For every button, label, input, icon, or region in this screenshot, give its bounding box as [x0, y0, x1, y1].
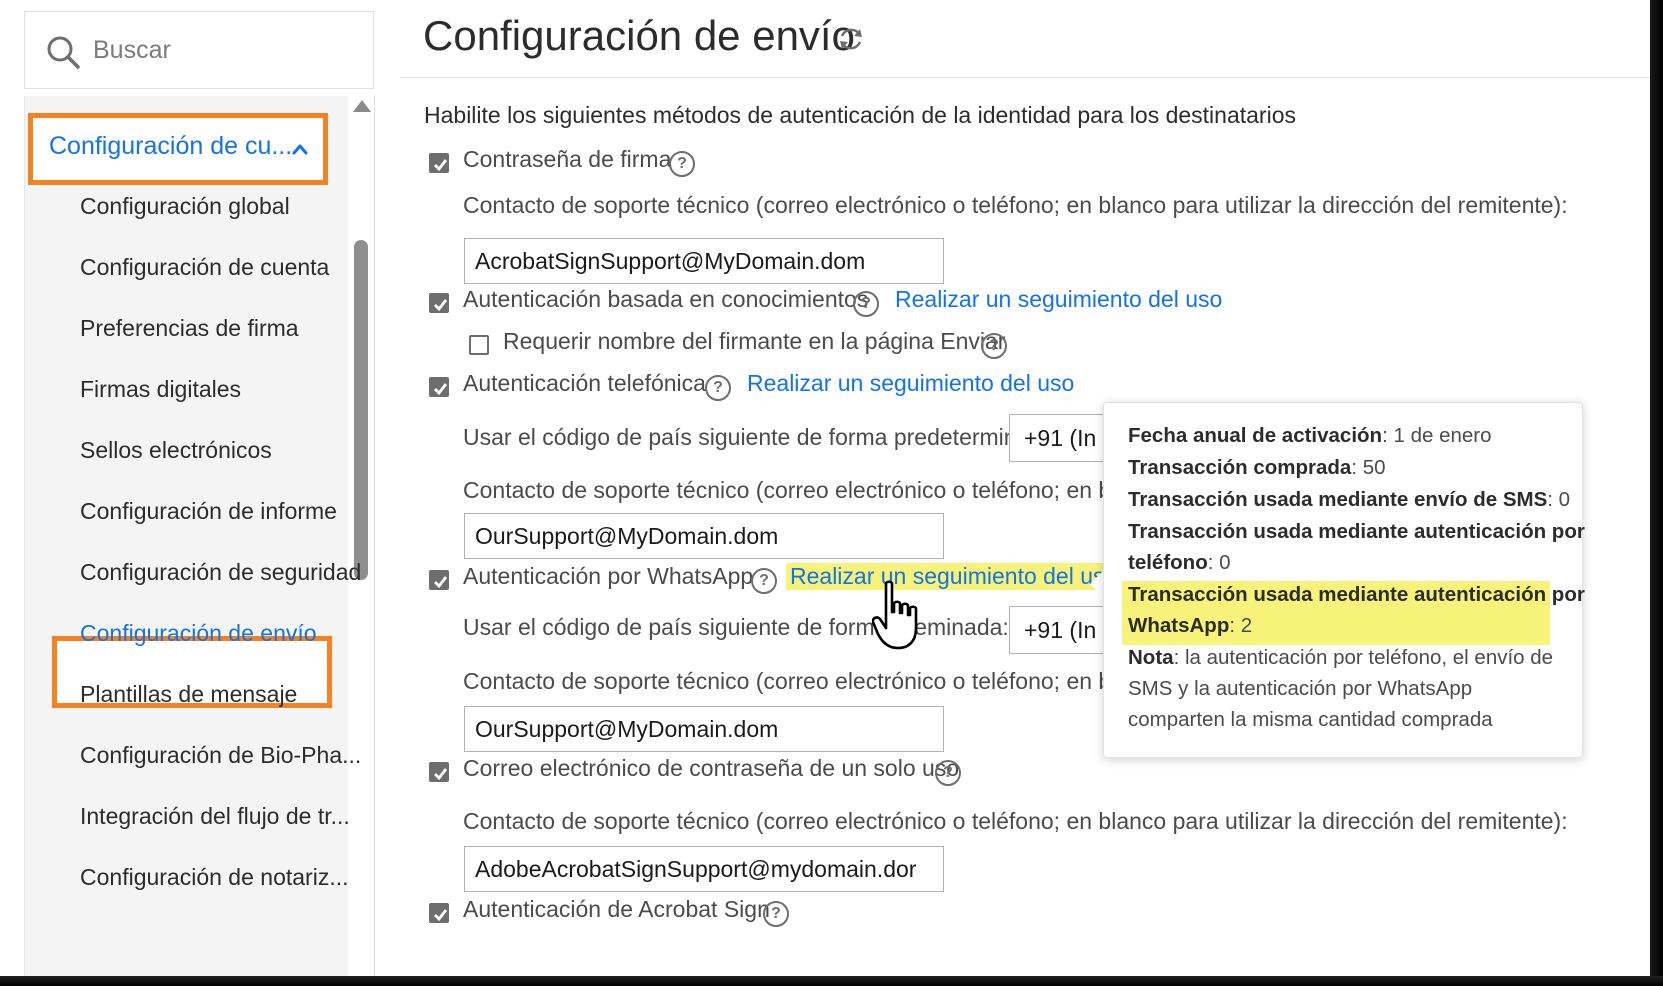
help-icon[interactable]: ? — [853, 291, 879, 317]
hand-cursor-icon — [872, 580, 918, 650]
check-icon — [434, 576, 448, 589]
check-icon — [434, 768, 448, 781]
tooltip-note-2: SMS y la autenticación por WhatsApp — [1128, 677, 1473, 700]
kba-require-name-checkbox[interactable] — [469, 335, 489, 355]
frame-shadow — [0, 976, 1663, 986]
help-icon[interactable]: ? — [763, 901, 789, 927]
phone-auth-label: Autenticación telefónica — [463, 370, 706, 396]
help-icon[interactable]: ? — [935, 760, 961, 786]
sidebar-item-electronic-seals[interactable]: Sellos electrónicos — [80, 437, 272, 464]
check-icon — [434, 159, 448, 172]
tooltip-activation: Fecha anual de activación: 1 de enero — [1128, 424, 1492, 447]
sidebar-item-message-templates[interactable]: Plantillas de mensaje — [80, 681, 297, 708]
whatsapp-country-label-b: minada: — [927, 614, 1009, 640]
otp-support-label: Contacto de soporte técnico (correo elec… — [463, 808, 1568, 834]
phone-auth-checkbox[interactable] — [429, 377, 449, 397]
kba-track-usage-link[interactable]: Realizar un seguimiento del uso — [895, 286, 1222, 313]
password-support-label: Contacto de soporte técnico (correo elec… — [463, 192, 1568, 218]
tooltip-phone-2: teléfono: 0 — [1128, 551, 1231, 574]
sidebar-item-account-settings[interactable]: Configuración de cuenta — [80, 254, 329, 281]
sidebar-item-workflow-integration[interactable]: Integración del flujo de tr... — [80, 803, 350, 830]
acrobat-sign-auth-checkbox[interactable] — [429, 903, 449, 923]
tooltip-note-1: Nota: la autenticación por teléfono, el … — [1128, 646, 1554, 669]
otp-email-label: Correo electrónico de contraseña de un s… — [463, 755, 960, 781]
kba-label: Autenticación basada en conocimientos — [463, 286, 869, 312]
help-icon[interactable]: ? — [751, 568, 777, 594]
whatsapp-auth-checkbox[interactable] — [429, 570, 449, 590]
kba-checkbox[interactable] — [429, 293, 449, 313]
whatsapp-support-label: Contacto de soporte técnico (correo elec… — [463, 668, 1154, 694]
sidebar-item-notarization-settings[interactable]: Configuración de notariz... — [80, 864, 349, 891]
auth-methods-heading: Habilite los siguientes métodos de auten… — [424, 102, 1296, 128]
whatsapp-track-usage-link[interactable]: Realizar un seguimiento del uso — [786, 563, 1122, 590]
password-label: Contraseña de firma — [463, 146, 672, 172]
check-icon — [434, 909, 448, 922]
whatsapp-support-field[interactable]: OurSupport@MyDomain.dom — [464, 706, 944, 752]
otp-email-checkbox[interactable] — [429, 762, 449, 782]
tooltip-arrow — [1090, 570, 1104, 598]
phone-support-field[interactable]: OurSupport@MyDomain.dom — [464, 513, 944, 559]
help-icon[interactable]: ? — [981, 333, 1007, 359]
kba-require-name-label: Requerir nombre del firmante en la págin… — [503, 328, 1006, 354]
phone-country-label: Usar el código de país siguiente de form… — [463, 424, 1062, 450]
acrobat-sign-auth-label: Autenticación de Acrobat Sign — [463, 896, 770, 922]
whatsapp-country-label-a: Usar el código de país siguiente de form… — [463, 614, 928, 640]
tooltip-purchased: Transacción comprada: 50 — [1128, 456, 1386, 479]
sidebar-item-report-settings[interactable]: Configuración de informe — [80, 498, 337, 525]
check-icon — [434, 299, 448, 312]
otp-support-field[interactable]: AdobeAcrobatSignSupport@mydomain.dor — [464, 846, 944, 892]
sidebar-item-send-settings[interactable]: Configuración de envío — [80, 620, 317, 647]
chevron-up-icon — [292, 144, 308, 155]
title-divider — [400, 77, 1650, 78]
phone-track-usage-link[interactable]: Realizar un seguimiento del uso — [747, 370, 1074, 397]
page-title: Configuración de envío — [423, 12, 855, 59]
help-icon[interactable]: ? — [705, 375, 731, 401]
password-support-field[interactable]: AcrobatSignSupport@MyDomain.dom — [464, 238, 944, 284]
sidebar-item-signature-preferences[interactable]: Preferencias de firma — [80, 315, 299, 342]
tooltip-whatsapp-2: WhatsApp: 2 — [1128, 614, 1253, 637]
sidebar-divider — [374, 96, 375, 976]
usage-tooltip: Fecha anual de activación: 1 de enero Tr… — [1103, 402, 1585, 758]
password-checkbox[interactable] — [429, 153, 449, 173]
search-icon — [47, 36, 80, 69]
tooltip-whatsapp-1: Transacción usada mediante autenticación… — [1128, 583, 1585, 606]
scrollbar-thumb[interactable] — [354, 240, 368, 580]
scroll-up-arrow-icon[interactable] — [353, 100, 371, 112]
tooltip-phone-1: Transacción usada mediante autenticación… — [1128, 520, 1585, 543]
whatsapp-auth-label: Autenticación por WhatsApp — [463, 563, 754, 589]
sidebar-section-label: Configuración de cu... — [49, 132, 293, 160]
refresh-icon[interactable] — [836, 24, 866, 54]
search-input[interactable]: Buscar — [24, 11, 374, 89]
sidebar-item-digital-signatures[interactable]: Firmas digitales — [80, 376, 241, 403]
sidebar — [24, 96, 349, 976]
frame-shadow — [1650, 0, 1663, 986]
search-placeholder: Buscar — [93, 36, 171, 64]
phone-support-label: Contacto de soporte técnico (correo elec… — [463, 477, 1154, 503]
sidebar-item-bio-pharma-settings[interactable]: Configuración de Bio-Pha... — [80, 742, 361, 769]
sidebar-section-account-settings[interactable]: Configuración de cu... — [28, 113, 328, 185]
check-icon — [434, 383, 448, 396]
sidebar-item-global-settings[interactable]: Configuración global — [80, 193, 290, 220]
tooltip-sms: Transacción usada mediante envío de SMS:… — [1128, 488, 1571, 511]
help-icon[interactable]: ? — [669, 151, 695, 177]
sidebar-item-security-settings[interactable]: Configuración de seguridad — [80, 559, 361, 586]
tooltip-note-3: comparten la misma cantidad comprada — [1128, 708, 1493, 731]
